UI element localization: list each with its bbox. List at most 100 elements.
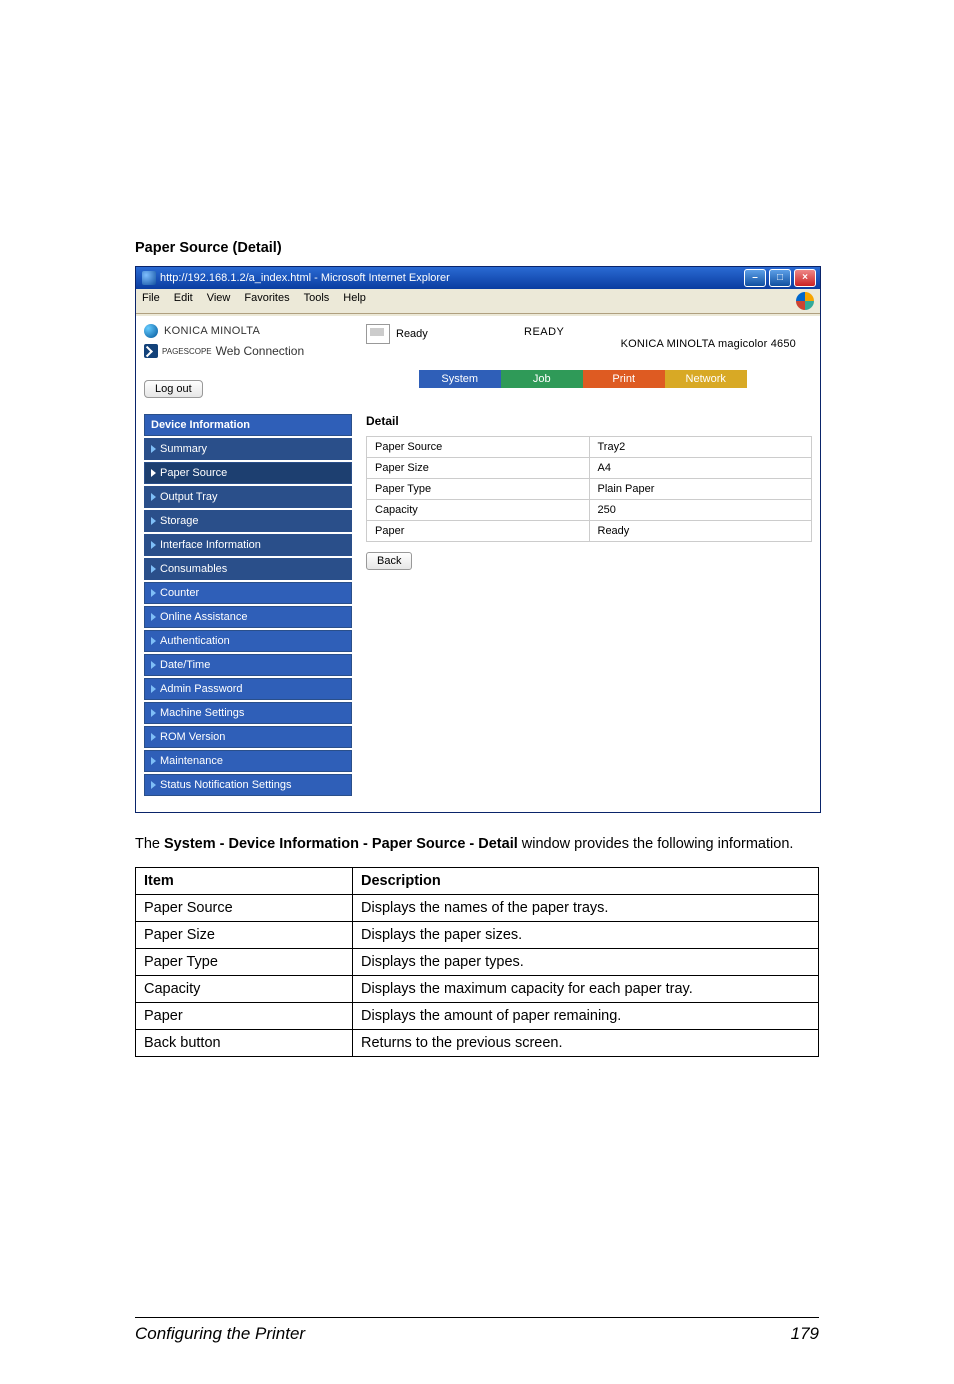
menu-help[interactable]: Help <box>343 292 366 310</box>
nav-interface-info[interactable]: Interface Information <box>144 534 352 556</box>
detail-label: Capacity <box>367 500 590 521</box>
brand-name: KONICA MINOLTA <box>164 325 260 337</box>
detail-row: Paper SourceTray2 <box>367 437 812 458</box>
nav-output-tray[interactable]: Output Tray <box>144 486 352 508</box>
detail-value: Ready <box>589 521 812 542</box>
table-header-row: Item Description <box>136 867 819 894</box>
back-button[interactable]: Back <box>366 552 412 570</box>
table-cell-desc: Displays the amount of paper remaining. <box>353 1002 819 1029</box>
table-cell-desc: Returns to the previous screen. <box>353 1029 819 1056</box>
nav-online-assistance-label: Online Assistance <box>160 611 247 623</box>
detail-label: Paper Size <box>367 458 590 479</box>
nav-machine-settings[interactable]: Machine Settings <box>144 702 352 724</box>
table-row: Paper SizeDisplays the paper sizes. <box>136 921 819 948</box>
table-cell-desc: Displays the maximum capacity for each p… <box>353 975 819 1002</box>
table-row: Paper SourceDisplays the names of the pa… <box>136 894 819 921</box>
table-cell-desc: Displays the paper sizes. <box>353 921 819 948</box>
tab-system[interactable]: System <box>419 370 501 388</box>
detail-value: Plain Paper <box>589 479 812 500</box>
nav-summary[interactable]: Summary <box>144 438 352 460</box>
nav-interface-info-label: Interface Information <box>160 539 261 551</box>
status-ready-big: READY <box>524 326 564 338</box>
browser-window: http://192.168.1.2/a_index.html - Micros… <box>135 266 821 813</box>
nav-storage[interactable]: Storage <box>144 510 352 532</box>
ie-icon <box>142 271 156 285</box>
description-table: Item Description Paper SourceDisplays th… <box>135 867 819 1057</box>
detail-value: Tray2 <box>589 437 812 458</box>
nav-maintenance-label: Maintenance <box>160 755 223 767</box>
window-minimize-button[interactable]: – <box>744 269 766 287</box>
detail-row: Paper TypePlain Paper <box>367 479 812 500</box>
pagescope-prefix: PAGESCOPE <box>162 347 212 356</box>
menu-tools[interactable]: Tools <box>304 292 330 310</box>
nav-status-notification-label: Status Notification Settings <box>160 779 291 791</box>
page-footer: Configuring the Printer 179 <box>135 1317 819 1344</box>
nav-rom-version-label: ROM Version <box>160 731 225 743</box>
nav-summary-label: Summary <box>160 443 207 455</box>
section-heading: Paper Source (Detail) <box>135 240 819 256</box>
tab-print[interactable]: Print <box>583 370 665 388</box>
printer-status-icon <box>366 324 390 344</box>
nav-online-assistance[interactable]: Online Assistance <box>144 606 352 628</box>
konica-minolta-logo-icon <box>144 324 158 338</box>
window-close-button[interactable]: × <box>794 269 816 287</box>
table-row: CapacityDisplays the maximum capacity fo… <box>136 975 819 1002</box>
nav-paper-source-label: Paper Source <box>160 467 227 479</box>
nav-device-information[interactable]: Device Information <box>144 414 352 436</box>
table-cell-item: Capacity <box>136 975 353 1002</box>
detail-row: Capacity250 <box>367 500 812 521</box>
table-row: PaperDisplays the amount of paper remain… <box>136 1002 819 1029</box>
tab-job[interactable]: Job <box>501 370 583 388</box>
nav-counter[interactable]: Counter <box>144 582 352 604</box>
nav-admin-password[interactable]: Admin Password <box>144 678 352 700</box>
footer-page-number: 179 <box>791 1324 819 1344</box>
menu-file[interactable]: File <box>142 292 160 310</box>
nav-maintenance[interactable]: Maintenance <box>144 750 352 772</box>
window-titlebar: http://192.168.1.2/a_index.html - Micros… <box>136 267 820 289</box>
nav-date-time[interactable]: Date/Time <box>144 654 352 676</box>
detail-value: A4 <box>589 458 812 479</box>
footer-left: Configuring the Printer <box>135 1324 305 1344</box>
table-cell-item: Paper <box>136 1002 353 1029</box>
detail-label: Paper Source <box>367 437 590 458</box>
window-maximize-button[interactable]: □ <box>769 269 791 287</box>
ie-throbber-icon <box>796 292 814 310</box>
table-cell-item: Paper Size <box>136 921 353 948</box>
table-cell-item: Paper Type <box>136 948 353 975</box>
table-cell-desc: Displays the names of the paper trays. <box>353 894 819 921</box>
caption-bold: System - Device Information - Paper Sour… <box>164 836 518 852</box>
nav-status-notification[interactable]: Status Notification Settings <box>144 774 352 796</box>
detail-label: Paper Type <box>367 479 590 500</box>
pagescope-name: Web Connection <box>216 344 305 358</box>
model-name: KONICA MINOLTA magicolor 4650 <box>621 338 796 350</box>
table-cell-item: Paper Source <box>136 894 353 921</box>
menu-favorites[interactable]: Favorites <box>244 292 289 310</box>
nav-machine-settings-label: Machine Settings <box>160 707 244 719</box>
table-row: Back buttonReturns to the previous scree… <box>136 1029 819 1056</box>
menu-edit[interactable]: Edit <box>174 292 193 310</box>
caption-suffix: window provides the following informatio… <box>518 836 794 852</box>
detail-row: PaperReady <box>367 521 812 542</box>
nav-consumables-label: Consumables <box>160 563 227 575</box>
detail-table: Paper SourceTray2 Paper SizeA4 Paper Typ… <box>366 436 812 542</box>
detail-row: Paper SizeA4 <box>367 458 812 479</box>
table-header-description: Description <box>353 867 819 894</box>
caption-paragraph: The System - Device Information - Paper … <box>135 835 819 855</box>
tab-network[interactable]: Network <box>665 370 747 388</box>
table-header-item: Item <box>136 867 353 894</box>
nav-storage-label: Storage <box>160 515 199 527</box>
nav-admin-password-label: Admin Password <box>160 683 243 695</box>
status-label: Ready <box>396 328 428 340</box>
nav-rom-version[interactable]: ROM Version <box>144 726 352 748</box>
window-title: http://192.168.1.2/a_index.html - Micros… <box>160 272 744 284</box>
nav-paper-source[interactable]: Paper Source <box>144 462 352 484</box>
nav-counter-label: Counter <box>160 587 199 599</box>
pagescope-logo-icon <box>144 344 158 358</box>
nav-consumables[interactable]: Consumables <box>144 558 352 580</box>
nav-date-time-label: Date/Time <box>160 659 210 671</box>
menu-view[interactable]: View <box>207 292 231 310</box>
menu-bar: File Edit View Favorites Tools Help <box>136 289 820 314</box>
nav-authentication[interactable]: Authentication <box>144 630 352 652</box>
logout-button[interactable]: Log out <box>144 380 203 398</box>
nav-output-tray-label: Output Tray <box>160 491 217 503</box>
